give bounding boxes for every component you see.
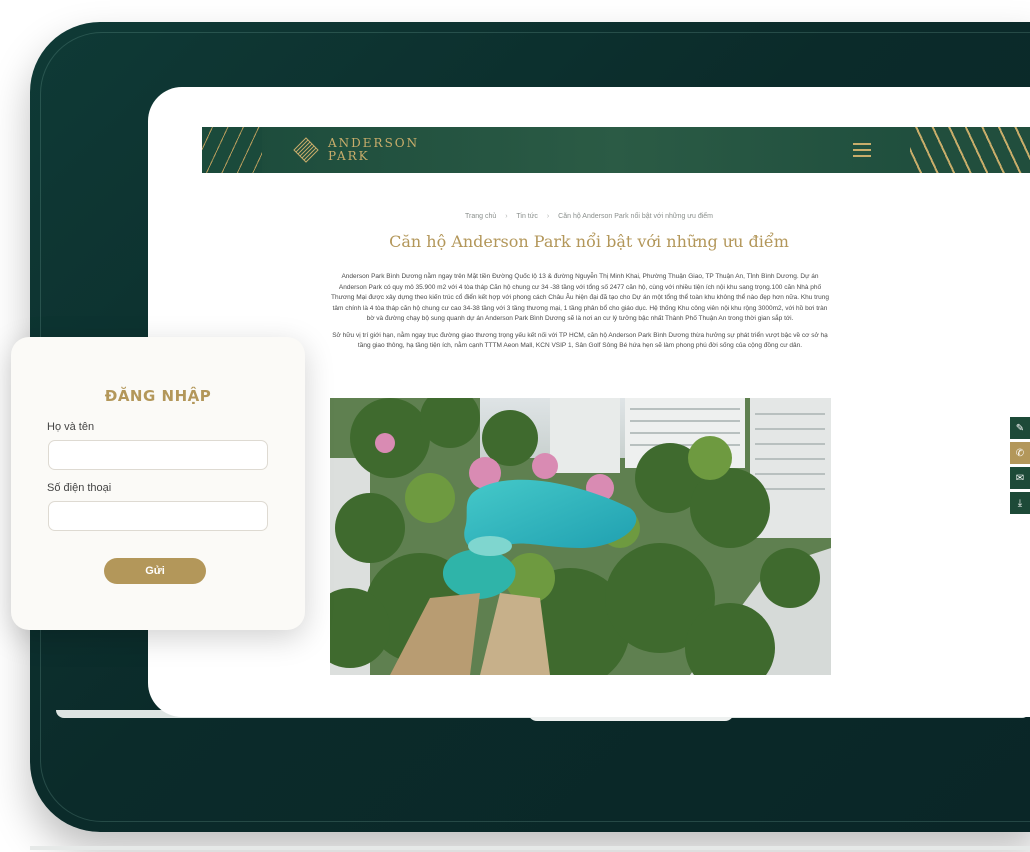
breadcrumb-current: Căn hộ Anderson Park nổi bật với những ư…: [558, 213, 714, 220]
name-label: Họ và tên: [47, 421, 95, 433]
resort-illustration: [330, 398, 831, 675]
name-input[interactable]: [48, 440, 268, 470]
edit-icon[interactable]: ✎: [1010, 417, 1030, 439]
mail-icon[interactable]: ✉: [1010, 467, 1030, 489]
login-title: ĐĂNG NHẬP: [104, 387, 212, 405]
phone-label: Số điện thoại: [47, 482, 112, 494]
site-logo[interactable]: ANDERSON PARK: [290, 135, 419, 165]
article-paragraph: Sở hữu vị trí giới hạn, nằm ngay trục đư…: [332, 331, 828, 350]
login-card: ĐĂNG NHẬP Họ và tên Số điện thoại Gửi: [11, 337, 305, 630]
breadcrumb-news[interactable]: Tin tức: [516, 213, 538, 220]
chevron-right-icon: ›: [546, 213, 550, 220]
breadcrumb: Trang chủ › Tin tức › Căn hộ Anderson Pa…: [148, 213, 1030, 220]
breadcrumb-home[interactable]: Trang chủ: [465, 213, 496, 220]
article-paragraph: Anderson Park Bình Dương nằm ngay trên M…: [330, 273, 830, 322]
page-title: Căn hộ Anderson Park nổi bật với những ư…: [389, 232, 789, 251]
download-icon[interactable]: ⤓: [1010, 492, 1030, 514]
side-action-bar: ✎ ✆ ✉ ⤓: [1010, 417, 1030, 517]
header-decoration-right: [910, 127, 1030, 173]
site-header: ANDERSON PARK: [202, 127, 1030, 173]
phone-input[interactable]: [48, 501, 268, 531]
hamburger-menu-icon[interactable]: [853, 143, 871, 157]
logo-mark-icon: [293, 137, 319, 163]
shadow-line: [30, 846, 1030, 850]
phone-icon[interactable]: ✆: [1010, 442, 1030, 464]
header-decoration-left: [202, 127, 262, 173]
article-body: Anderson Park Bình Dương nằm ngay trên M…: [330, 272, 830, 358]
brand-name-line2: PARK: [328, 149, 370, 163]
resort-image: [330, 398, 831, 675]
chevron-right-icon: ›: [505, 213, 508, 220]
submit-button[interactable]: Gửi: [104, 558, 206, 584]
